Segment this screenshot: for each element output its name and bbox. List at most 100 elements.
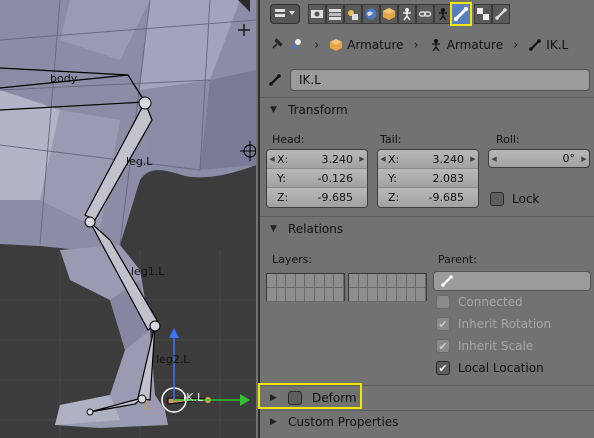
- panel-divider: [260, 216, 594, 217]
- tab-constraints[interactable]: [416, 4, 434, 24]
- layers-grid-right[interactable]: [348, 273, 427, 302]
- tab-bone[interactable]: [450, 2, 472, 26]
- breadcrumb-object: Armature: [329, 38, 404, 52]
- local-location-checkbox[interactable]: ✔: [436, 361, 450, 375]
- bone-label-ik: IK.L: [183, 391, 204, 404]
- panel-title: Custom Properties: [288, 415, 399, 429]
- texture-icon: [477, 8, 489, 20]
- panel-header-transform[interactable]: ▼ Transform: [260, 99, 594, 121]
- context-tab-bar: [260, 0, 594, 28]
- parent-field[interactable]: [433, 271, 591, 291]
- head-label: Head:: [272, 133, 305, 146]
- lock-label: Lock: [512, 192, 540, 206]
- collapsed-triangle-icon: ▶: [270, 417, 277, 427]
- bone-label-suffix: L: [145, 399, 152, 412]
- inherit-rotation-checkbox[interactable]: ✔: [436, 317, 450, 331]
- pin-icon[interactable]: [270, 37, 284, 54]
- tab-scene[interactable]: [344, 4, 362, 24]
- armature-data-icon: [431, 39, 440, 52]
- inherit-scale-label: Inherit Scale: [458, 339, 534, 353]
- tab-world[interactable]: [362, 4, 380, 24]
- layers-label: Layers:: [272, 253, 313, 266]
- breadcrumb-separator: ›: [314, 37, 320, 53]
- scene-icon: [348, 10, 358, 20]
- tab-armature-data[interactable]: [398, 4, 416, 24]
- breadcrumb-bone: IK.L: [528, 38, 568, 52]
- breadcrumb-armature: Armature: [429, 38, 503, 52]
- bone-name-row: IK.L: [268, 68, 590, 92]
- tab-render[interactable]: [308, 4, 326, 24]
- editor-menu-icon: [275, 9, 295, 17]
- head-z-field[interactable]: Z: -9.685: [267, 188, 367, 207]
- roll-label: Roll:: [496, 133, 520, 146]
- breadcrumb: › Armature › Armature › IK.L: [260, 32, 594, 58]
- bone-label-leg2: leg2.L: [156, 353, 190, 366]
- pose-icon: [290, 37, 304, 54]
- decrement-arrow-icon[interactable]: ◀: [489, 155, 499, 163]
- object-icon: [330, 39, 343, 51]
- panel-title: Relations: [288, 222, 344, 236]
- bone-icon: [441, 275, 453, 287]
- tail-z-field[interactable]: Z: -9.685: [378, 188, 478, 207]
- render-icon: [311, 10, 323, 18]
- properties-editor: › Armature › Armature › IK.L IK.L ▼ Tran…: [258, 0, 594, 438]
- parent-label: Parent:: [438, 253, 477, 266]
- head-y-field[interactable]: Y: -0.126: [267, 169, 367, 188]
- inherit-rotation-checkbox-row[interactable]: ✔ Inherit Rotation: [436, 317, 551, 331]
- expanded-triangle-icon: ▼: [270, 224, 277, 234]
- inherit-scale-checkbox-row[interactable]: ✔ Inherit Scale: [436, 339, 533, 353]
- layers-grid-left[interactable]: [266, 273, 345, 302]
- panel-divider: [260, 97, 594, 98]
- local-location-label: Local Location: [458, 361, 544, 375]
- bone-constraints-icon: [495, 8, 507, 20]
- inherit-rotation-label: Inherit Rotation: [458, 317, 552, 331]
- expanded-triangle-icon: ▼: [270, 105, 277, 115]
- connected-checkbox[interactable]: [436, 295, 450, 309]
- head-vector-field: ◀ X: 3.240 ▶ Y: -0.126 Z: -9.685: [266, 149, 368, 208]
- decrement-arrow-icon[interactable]: ◀: [378, 155, 388, 163]
- inherit-scale-checkbox[interactable]: ✔: [436, 339, 450, 353]
- bone-label-leg1: leg1.L: [131, 265, 165, 278]
- object-data-icon: [439, 8, 447, 21]
- viewport-scene: [0, 0, 256, 438]
- 3d-viewport[interactable]: body leg.L leg1.L leg2.L IK.L L: [0, 0, 256, 438]
- panel-header-relations[interactable]: ▼ Relations: [260, 218, 594, 240]
- lock-checkbox[interactable]: [490, 192, 504, 206]
- editor-type-menu[interactable]: [270, 4, 300, 24]
- lock-checkbox-row[interactable]: Lock: [490, 192, 539, 206]
- bone-label-leg: leg.L: [126, 155, 153, 168]
- panel-header-custom-properties[interactable]: ▶ Custom Properties: [260, 411, 594, 433]
- bone-icon: [269, 74, 281, 86]
- deform-highlight-box: [258, 383, 362, 409]
- tail-x-field[interactable]: ◀ X: 3.240 ▶: [378, 150, 478, 169]
- increment-arrow-icon[interactable]: ▶: [468, 155, 478, 163]
- tail-label: Tail:: [380, 133, 402, 146]
- tab-render-layers[interactable]: [326, 4, 344, 24]
- decrement-arrow-icon[interactable]: ◀: [267, 155, 277, 163]
- breadcrumb-separator: ›: [513, 37, 519, 53]
- breadcrumb-separator: ›: [413, 37, 419, 53]
- bone-icon: [453, 6, 469, 22]
- armature-data-icon: [403, 8, 411, 21]
- breadcrumb-armature-label: Armature: [446, 38, 504, 52]
- bone-label-body: body: [50, 72, 78, 85]
- world-icon: [365, 8, 377, 20]
- render-layers-icon: [329, 9, 341, 20]
- constraints-icon: [418, 11, 432, 17]
- head-x-field[interactable]: ◀ X: 3.240 ▶: [267, 150, 367, 169]
- bone-name-field[interactable]: IK.L: [290, 69, 590, 91]
- increment-arrow-icon[interactable]: ▶: [579, 155, 589, 163]
- tail-y-field[interactable]: Y: 2.083: [378, 169, 478, 188]
- increment-arrow-icon[interactable]: ▶: [357, 155, 367, 163]
- object-icon: [383, 8, 395, 20]
- breadcrumb-bone-label: IK.L: [546, 38, 569, 52]
- local-location-checkbox-row[interactable]: ✔ Local Location: [436, 361, 544, 375]
- connected-checkbox-row[interactable]: Connected: [436, 295, 523, 309]
- tail-vector-field: ◀ X: 3.240 ▶ Y: 2.083 Z: -9.685: [377, 149, 479, 208]
- tab-object[interactable]: [380, 4, 398, 24]
- breadcrumb-object-label: Armature: [347, 38, 404, 52]
- connected-label: Connected: [458, 295, 523, 309]
- tab-texture[interactable]: [474, 4, 492, 24]
- tab-bone-constraints[interactable]: [492, 4, 510, 24]
- roll-field[interactable]: ◀ 0° ▶: [488, 149, 590, 168]
